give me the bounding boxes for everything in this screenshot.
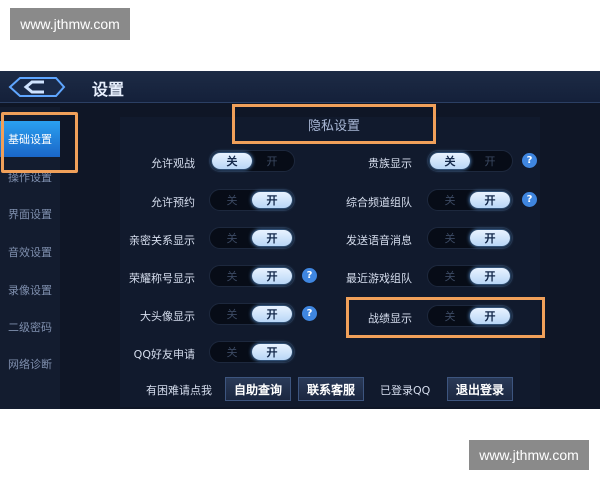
sidebar-item-replay[interactable]: 录像设置 bbox=[0, 272, 60, 308]
toggle-big-avatar[interactable]: 关 开 bbox=[209, 303, 295, 325]
toggle-on-option: 开 bbox=[470, 268, 510, 284]
help-prompt-text: 有困难请点我 bbox=[146, 384, 212, 397]
toggle-honor-title[interactable]: 关 开 bbox=[209, 265, 295, 287]
help-icon[interactable]: ? bbox=[522, 153, 537, 168]
toggle-off-option: 关 bbox=[226, 194, 238, 207]
page-title: 设置 bbox=[92, 80, 125, 99]
toggle-allow-reservation[interactable]: 关 开 bbox=[209, 189, 295, 211]
toggle-off-option: 关 bbox=[444, 194, 456, 207]
watermark-bottom: www.jthmw.com bbox=[469, 440, 589, 470]
watermark-top: www.jthmw.com bbox=[10, 8, 130, 40]
toggle-off-option: 关 bbox=[430, 153, 470, 169]
toggle-on-option: 开 bbox=[252, 306, 292, 322]
toggle-recent-team[interactable]: 关 开 bbox=[427, 265, 513, 287]
toggle-on-option: 开 bbox=[470, 230, 510, 246]
toggle-off-option: 关 bbox=[226, 308, 238, 321]
back-arrow-icon[interactable] bbox=[4, 74, 70, 100]
toggle-battle-record[interactable]: 关 开 bbox=[427, 305, 513, 327]
sidebar-item-interface[interactable]: 界面设置 bbox=[0, 196, 60, 232]
label-qq-friend-request: QQ好友申请 bbox=[133, 348, 195, 361]
label-big-avatar: 大头像显示 bbox=[140, 310, 195, 323]
toggle-on-option: 开 bbox=[252, 230, 292, 246]
sidebar-item-network[interactable]: 网络诊断 bbox=[0, 346, 60, 382]
toggle-qq-friend-request[interactable]: 关 开 bbox=[209, 341, 295, 363]
help-icon[interactable]: ? bbox=[522, 192, 537, 207]
sidebar-item-password[interactable]: 二级密码 bbox=[0, 309, 60, 345]
label-channel-team: 综合频道组队 bbox=[346, 196, 412, 209]
sidebar-item-controls[interactable]: 操作设置 bbox=[0, 159, 60, 195]
toggle-channel-team[interactable]: 关 开 bbox=[427, 189, 513, 211]
toggle-on-option: 开 bbox=[470, 308, 510, 324]
toggle-off-option: 关 bbox=[226, 232, 238, 245]
label-honor-title: 荣耀称号显示 bbox=[129, 272, 195, 285]
toggle-voice-message[interactable]: 关 开 bbox=[427, 227, 513, 249]
toggle-off-option: 关 bbox=[226, 270, 238, 283]
toggle-on-option: 开 bbox=[252, 192, 292, 208]
toggle-off-option: 关 bbox=[444, 310, 456, 323]
toggle-on-option: 开 bbox=[252, 268, 292, 284]
toggle-off-option: 关 bbox=[444, 270, 456, 283]
toggle-intimacy-display[interactable]: 关 开 bbox=[209, 227, 295, 249]
sidebar-item-sound[interactable]: 音效设置 bbox=[0, 234, 60, 270]
label-allow-reservation: 允许预约 bbox=[151, 196, 195, 209]
toggle-allow-spectate[interactable]: 关 开 bbox=[209, 150, 295, 172]
toggle-off-option: 关 bbox=[226, 346, 238, 359]
toggle-on-option: 开 bbox=[484, 155, 496, 168]
label-recent-team: 最近游戏组队 bbox=[346, 272, 412, 285]
logged-in-text: 已登录QQ bbox=[380, 384, 431, 397]
toggle-off-option: 关 bbox=[444, 232, 456, 245]
label-battle-record: 战绩显示 bbox=[368, 312, 412, 325]
toggle-off-option: 关 bbox=[212, 153, 252, 169]
contact-support-button[interactable]: 联系客服 bbox=[298, 377, 364, 401]
label-voice-message: 发送语音消息 bbox=[346, 234, 412, 247]
toggle-on-option: 开 bbox=[252, 344, 292, 360]
self-service-button[interactable]: 自助查询 bbox=[225, 377, 291, 401]
toggle-on-option: 开 bbox=[470, 192, 510, 208]
sidebar: 基础设置 操作设置 界面设置 音效设置 录像设置 二级密码 网络诊断 bbox=[0, 107, 60, 409]
label-intimacy-display: 亲密关系显示 bbox=[129, 234, 195, 247]
label-noble-display: 贵族显示 bbox=[368, 157, 412, 170]
toggle-noble-display[interactable]: 关 开 bbox=[427, 150, 513, 172]
toggle-on-option: 开 bbox=[266, 155, 278, 168]
sidebar-item-basic[interactable]: 基础设置 bbox=[0, 121, 60, 157]
label-allow-spectate: 允许观战 bbox=[151, 157, 195, 170]
logout-button[interactable]: 退出登录 bbox=[447, 377, 513, 401]
section-title: 隐私设置 bbox=[232, 104, 436, 144]
title-bar: 设置 bbox=[0, 71, 600, 103]
